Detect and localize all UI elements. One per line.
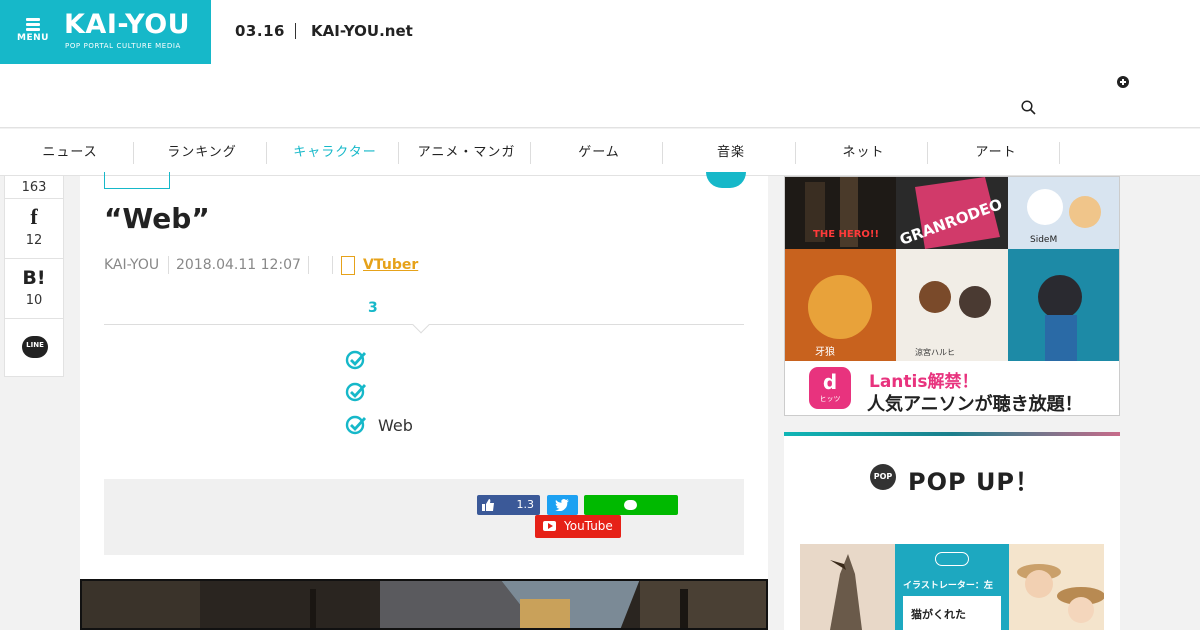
youtube-icon xyxy=(543,521,556,531)
hatena-bookmark-icon: B! xyxy=(22,267,46,289)
thumb-headline: 猫がくれた xyxy=(911,608,966,621)
line-icon-text: LINE xyxy=(26,341,44,349)
nav-divider xyxy=(530,142,531,164)
nav-item-net[interactable]: ネット xyxy=(797,129,930,176)
share-count: 163 xyxy=(21,180,47,195)
line-icon: LINE xyxy=(22,336,48,358)
line-share-button[interactable] xyxy=(584,495,678,515)
popup-title: POP UP！ xyxy=(908,468,1041,496)
line-icon xyxy=(624,500,637,510)
share-count-total: 163 xyxy=(5,176,63,198)
divider xyxy=(332,256,333,274)
facebook-share-button[interactable]: f 12 xyxy=(5,198,63,258)
nav-item-art[interactable]: アート xyxy=(930,129,1062,176)
line-share-button[interactable]: LINE xyxy=(5,318,63,376)
facebook-icon: f xyxy=(30,204,38,229)
site-tagline: POP PORTAL CULTURE MEDIA xyxy=(65,42,181,50)
divider xyxy=(168,256,169,274)
category-tag[interactable] xyxy=(104,172,170,189)
article-hero-image xyxy=(80,579,768,630)
divider xyxy=(308,256,309,274)
social-buttons-bar: 1.3 YouTube xyxy=(104,479,744,555)
toc-heading-number: 3 xyxy=(368,300,378,316)
ad-collage-image xyxy=(785,177,1119,361)
check-circle-icon xyxy=(345,415,367,435)
tag-icon xyxy=(341,256,355,275)
bird-illustration xyxy=(830,554,862,630)
search-icon[interactable] xyxy=(1021,100,1036,115)
youtube-label: YouTube xyxy=(564,519,613,533)
popup-thumbnail[interactable] xyxy=(800,544,896,630)
thumb-headline-panel: 猫がくれた xyxy=(903,596,1001,630)
hatena-count: 10 xyxy=(25,293,43,308)
thumb-caption: イラストレーター：左 xyxy=(903,581,993,591)
ad-tile-label: THE HERO!! xyxy=(813,229,880,240)
menu-label: MENU xyxy=(17,33,49,43)
menu-button[interactable]: MENU xyxy=(16,18,50,43)
hatena-bookmark-button[interactable]: B! 10 xyxy=(5,258,63,318)
site-logo[interactable]: KAI-YOU xyxy=(64,10,190,40)
site-header: MENU KAI-YOU POP PORTAL CULTURE MEDIA 03… xyxy=(0,0,1200,128)
twitter-bird-icon xyxy=(555,499,569,511)
share-rail: 163 f 12 B! 10 LINE xyxy=(4,176,64,377)
ad-subheadline: 人気アニソンが聴き放題！ xyxy=(867,394,1083,415)
dhits-app-icon: d ヒッツ xyxy=(809,367,851,409)
check-circle-icon xyxy=(345,382,367,402)
toc-arrow-icon xyxy=(412,316,430,334)
hamburger-icon xyxy=(26,18,40,31)
nav-divider xyxy=(795,142,796,164)
facebook-count: 12 xyxy=(25,233,43,248)
ad-tile-label: 牙狼 xyxy=(815,347,835,358)
nav-item-music[interactable]: 音楽 xyxy=(665,129,797,176)
popup-thumbnail[interactable] xyxy=(1009,544,1104,630)
article-datetime: 2018.04.11 12:07 xyxy=(176,257,301,273)
divider xyxy=(295,23,296,39)
nav-divider xyxy=(266,142,267,164)
app-label: ヒッツ xyxy=(819,395,841,403)
ad-tile-label: 涼宮ハルヒ xyxy=(915,348,955,357)
article-title: “Web” xyxy=(104,202,210,235)
ad-headline: Lantis解禁！ xyxy=(869,372,979,392)
popup-section: POP POP UP！ イラストレーター：左 猫がくれた xyxy=(784,436,1120,630)
nav-divider xyxy=(662,142,663,164)
logo-block[interactable]: MENU KAI-YOU POP PORTAL CULTURE MEDIA xyxy=(0,0,211,64)
ad-banner[interactable]: THE HERO!! GRANRODEO SideM 牙狼 涼宮ハルヒ d ヒッ… xyxy=(784,176,1120,416)
nav-divider xyxy=(927,142,928,164)
nav-item-game[interactable]: ゲーム xyxy=(533,129,665,176)
popup-thumbnail[interactable]: イラストレーター：左 猫がくれた xyxy=(895,544,1009,630)
facebook-like-button[interactable]: 1.3 xyxy=(477,495,540,515)
like-count: 1.3 xyxy=(516,498,535,511)
nav-divider xyxy=(133,142,134,164)
article-main: “Web” KAI-YOU 2018.04.11 12:07 VTuber 3 … xyxy=(80,172,768,630)
article-author[interactable]: KAI-YOU xyxy=(104,257,159,273)
article-tag-link[interactable]: VTuber xyxy=(363,257,418,273)
nav-item-character[interactable]: キャラクター xyxy=(268,129,402,176)
comment-bubble-icon[interactable] xyxy=(706,172,746,188)
checklist-item: Web xyxy=(378,416,413,435)
nav-divider xyxy=(1059,142,1060,164)
nav-divider xyxy=(398,142,399,164)
ad-tile-label: SideM xyxy=(1030,235,1058,245)
girl-illustration xyxy=(1017,564,1104,623)
site-link[interactable]: KAI-YOU.net xyxy=(311,22,413,40)
ad-caption: d ヒッツ Lantis解禁！ 人気アニソンが聴き放題！ xyxy=(785,361,1119,415)
hero-scene-image xyxy=(82,581,766,628)
interview-badge xyxy=(935,552,969,566)
nav-item-ranking[interactable]: ランキング xyxy=(136,129,268,176)
twitter-share-button[interactable] xyxy=(547,495,578,515)
plus-circle-icon[interactable] xyxy=(1117,76,1129,88)
thumbs-up-icon xyxy=(482,499,494,511)
category-nav: ニュース ランキング キャラクター アニメ・マンガ ゲーム 音楽 ネット アート xyxy=(0,129,1200,176)
pop-badge-icon: POP xyxy=(870,464,896,490)
header-date: 03.16 xyxy=(235,22,285,40)
nav-item-anime-manga[interactable]: アニメ・マンガ xyxy=(400,129,533,176)
nav-item-news[interactable]: ニュース xyxy=(4,129,136,176)
check-circle-icon xyxy=(345,350,367,370)
youtube-subscribe-button[interactable]: YouTube xyxy=(535,515,621,538)
